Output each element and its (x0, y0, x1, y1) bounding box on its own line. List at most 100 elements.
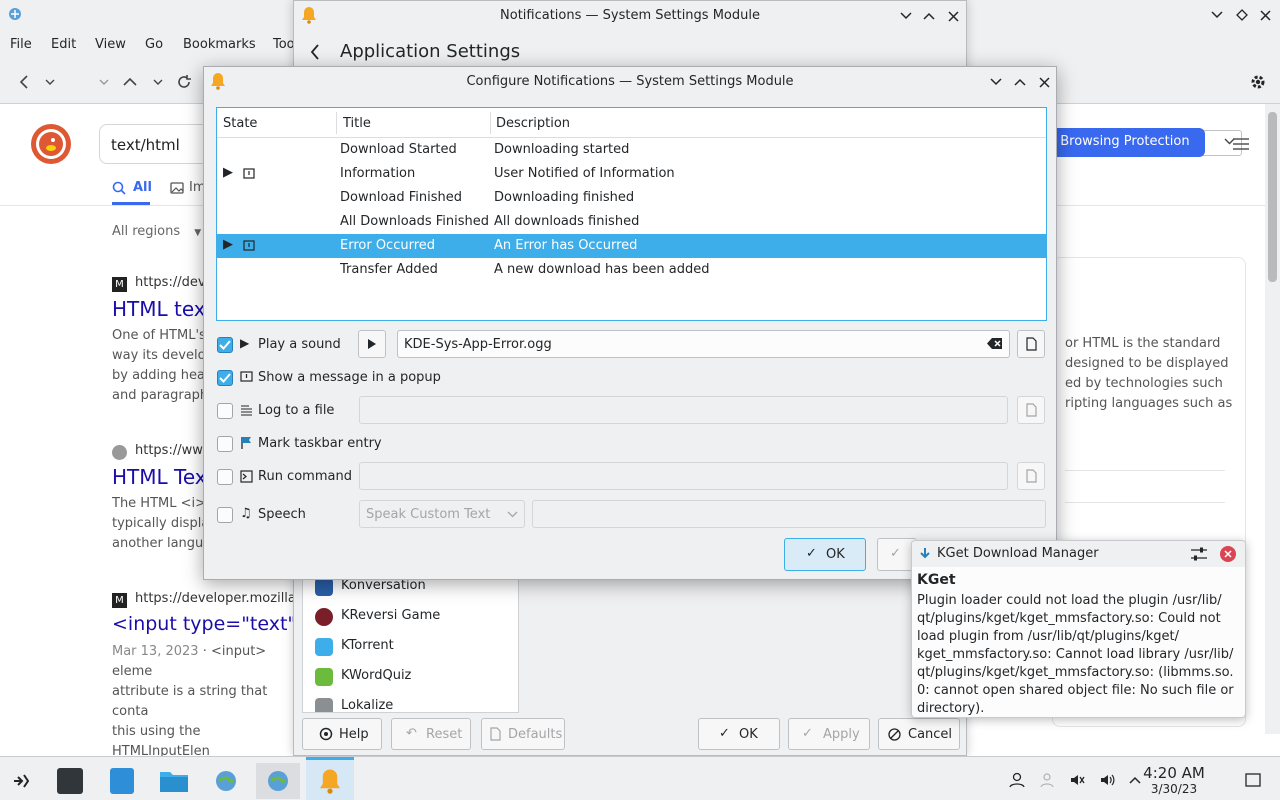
chevron-down-icon[interactable] (1208, 6, 1226, 24)
notif-titlebar: Notifications — System Settings Module (294, 1, 966, 31)
show-desktop-icon[interactable] (1244, 771, 1262, 789)
kwordquiz-icon (315, 668, 333, 686)
taskbar-checkbox[interactable] (217, 436, 233, 452)
table-header: State Title Description (217, 108, 1046, 138)
speech-icon: ♫ (240, 506, 252, 521)
menu-bookmarks[interactable]: Bookmarks (183, 37, 256, 52)
document-icon (490, 727, 501, 741)
help-button[interactable]: Help (302, 718, 382, 750)
events-table[interactable]: State Title Description Download Started… (216, 107, 1047, 321)
mdn-icon: M (112, 277, 127, 292)
maximize-icon[interactable] (920, 7, 938, 25)
flag-icon (240, 436, 253, 450)
chevron-down-icon[interactable] (148, 72, 168, 92)
notif-window-title: Notifications — System Settings Module (500, 8, 760, 23)
play-sound-button[interactable] (358, 330, 386, 358)
reload-icon[interactable] (174, 72, 194, 92)
clock[interactable]: 4:20 AM 3/30/23 (1138, 764, 1210, 796)
dialog-ok-button[interactable]: ✓ OK (784, 538, 866, 571)
table-row[interactable]: ▶ Information User Notified of Informati… (217, 162, 1046, 186)
close-icon[interactable] (1220, 546, 1236, 562)
column-description[interactable]: Description (496, 116, 570, 131)
user-icon[interactable] (1008, 771, 1026, 789)
gear-icon[interactable] (1248, 72, 1268, 92)
speech-text-input[interactable] (532, 500, 1046, 528)
popup-checkbox[interactable] (217, 370, 233, 386)
play-sound-checkbox[interactable] (217, 337, 233, 353)
table-row[interactable]: Download Finished Downloading finished (217, 186, 1046, 210)
check-icon: ✓ (806, 546, 817, 561)
close-icon[interactable] (1256, 6, 1274, 24)
browse-file-button[interactable] (1017, 396, 1045, 424)
reset-button[interactable]: ↶ Reset (391, 718, 471, 750)
volume-icon[interactable] (1098, 771, 1116, 789)
sound-file-input[interactable]: KDE-Sys-App-Error.ogg (397, 330, 1010, 358)
table-row[interactable]: All Downloads Finished All downloads fin… (217, 210, 1046, 234)
run-command-checkbox[interactable] (217, 469, 233, 485)
minimize-icon[interactable] (897, 7, 915, 25)
duckduckgo-logo[interactable] (31, 124, 71, 164)
defaults-button[interactable]: Defaults (481, 718, 565, 750)
table-row[interactable]: Download Started Downloading started (217, 138, 1046, 162)
command-input[interactable] (359, 462, 1008, 490)
diamond-icon[interactable] (1233, 6, 1251, 24)
browse-file-button[interactable] (1017, 330, 1045, 358)
popup-icon (240, 371, 253, 384)
play-icon: ▶ (240, 336, 250, 350)
taskbar (0, 756, 1280, 800)
menu-edit[interactable]: Edit (51, 37, 76, 52)
cancel-button[interactable]: Cancel (878, 718, 960, 750)
settings-sliders-icon[interactable] (1190, 546, 1208, 562)
region-selector[interactable]: All regions ▼ (112, 224, 201, 239)
menu-tools[interactable]: Too (273, 37, 295, 52)
list-item[interactable]: KReversi Game (303, 602, 518, 632)
list-item[interactable]: KWordQuiz (303, 662, 518, 692)
apply-button[interactable]: ✓ Apply (788, 718, 870, 750)
minimize-icon[interactable] (987, 73, 1005, 91)
close-icon[interactable] (1035, 73, 1053, 91)
log-file-checkbox[interactable] (217, 403, 233, 419)
browser-taskbar-icon[interactable] (204, 763, 248, 799)
browsing-protection-button[interactable]: et Browsing Protection (1043, 128, 1205, 157)
close-icon[interactable] (944, 7, 962, 25)
notifications-task[interactable] (306, 757, 354, 800)
table-row-selected[interactable]: ▶ Error Occurred An Error has Occurred (217, 234, 1046, 258)
menu-go[interactable]: Go (145, 37, 163, 52)
file-manager-icon[interactable] (152, 763, 196, 799)
users-icon[interactable] (1038, 771, 1056, 789)
hamburger-menu-icon[interactable] (1232, 137, 1250, 151)
back-icon[interactable] (14, 72, 34, 92)
browse-file-button[interactable] (1017, 462, 1045, 490)
list-item[interactable]: Lokalize (303, 692, 518, 712)
speech-checkbox[interactable] (217, 507, 233, 523)
menu-view[interactable]: View (95, 37, 126, 52)
clear-icon[interactable] (987, 337, 1003, 350)
chevron-down-icon[interactable] (40, 72, 60, 92)
column-title[interactable]: Title (343, 116, 371, 131)
dialog-title: Configure Notifications — System Setting… (466, 74, 794, 89)
notifications-muted-icon[interactable] (1068, 771, 1086, 789)
ok-button[interactable]: ✓ OK (698, 718, 780, 750)
maximize-icon[interactable] (1011, 73, 1029, 91)
kget-notification-popup[interactable]: KGet Download Manager KGet Plugin loader… (911, 540, 1246, 718)
play-state-icon: ▶ (223, 237, 233, 252)
popup-header: KGet Download Manager (912, 541, 1245, 567)
back-arrow-icon[interactable] (308, 43, 322, 61)
log-file-input[interactable] (359, 396, 1008, 424)
play-state-icon: ▶ (223, 165, 233, 180)
chevron-down-icon[interactable] (94, 72, 114, 92)
up-icon[interactable] (120, 72, 140, 92)
chevron-down-icon (507, 511, 518, 518)
scrollbar-thumb[interactable] (1268, 112, 1277, 282)
app-launcher-icon[interactable] (0, 763, 44, 799)
discover-icon[interactable] (100, 763, 144, 799)
application-list[interactable]: Konversation KReversi Game KTorrent KWor… (302, 573, 519, 713)
table-row[interactable]: Transfer Added A new download has been a… (217, 258, 1046, 282)
system-settings-icon[interactable] (48, 763, 92, 799)
browser-window-task[interactable] (256, 763, 300, 799)
menu-file[interactable]: File (10, 37, 32, 52)
column-state[interactable]: State (223, 116, 257, 131)
speech-mode-select[interactable]: Speak Custom Text (359, 500, 525, 528)
list-item[interactable]: KTorrent (303, 632, 518, 662)
kget-icon (919, 547, 931, 561)
